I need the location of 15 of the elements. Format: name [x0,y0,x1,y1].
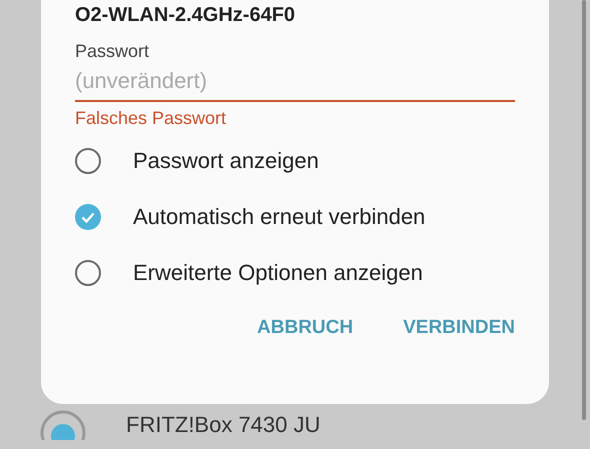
password-field[interactable]: (unverändert) [75,66,515,102]
checkmark-icon [81,212,95,222]
connect-button[interactable]: VERBINDEN [403,317,515,339]
checkbox[interactable] [75,204,101,230]
dialog-title: O2-WLAN-2.4GHz-64F0 [75,4,296,27]
cancel-button[interactable]: ABBRUCH [257,317,354,339]
wifi-icon [40,410,86,440]
field-label: Passwort [75,41,150,62]
error-message: Falsches Passwort [75,108,228,129]
network-name: FRITZ!Box 7430 JU [126,412,320,438]
option-label: Automatisch erneut verbinden [133,204,426,230]
option-label: Passwort anzeigen [133,148,319,174]
checkbox[interactable] [75,148,101,174]
checkbox[interactable] [75,260,101,286]
option-label: Erweiterte Optionen anzeigen [133,260,423,286]
